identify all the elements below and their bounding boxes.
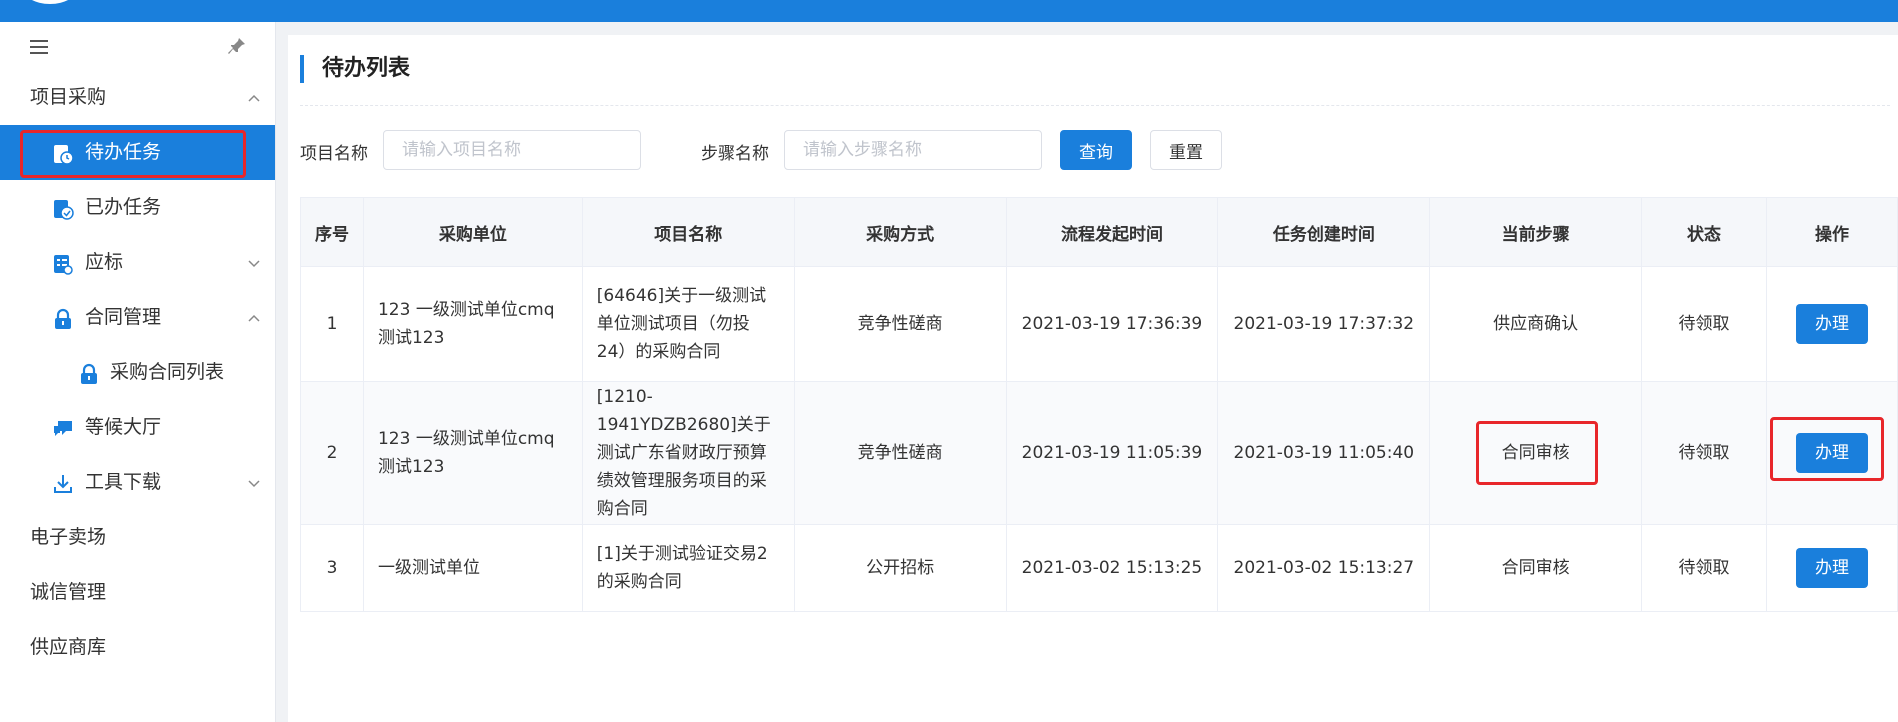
current-step-cell: 合同审核: [1429, 381, 1643, 525]
sidebar-item-procurement-contract-list[interactable]: 采购合同列表: [0, 345, 275, 400]
column-header: 采购方式: [793, 197, 1007, 267]
sidebar-item-tool-download[interactable]: 工具下载: [0, 455, 275, 510]
chat-icon: [54, 421, 72, 436]
row-index: 1: [300, 266, 364, 382]
sidebar: 项目采购 待办任务 已办任务 应标 合同管理 采购合同列表 等候大厅 工具下载 …: [0, 22, 276, 722]
sidebar-item-label: 合同管理: [85, 306, 162, 328]
sidebar-item-label: 采购合同列表: [110, 361, 225, 383]
sidebar-item-e-mall[interactable]: 电子卖场: [0, 510, 275, 565]
status: 待领取: [1641, 524, 1767, 612]
highlight-box: [20, 130, 246, 178]
column-header: 当前步骤: [1429, 197, 1643, 267]
procurement-method: 公开招标: [793, 524, 1007, 612]
action-cell: 办理: [1765, 381, 1898, 525]
query-button[interactable]: 查询: [1060, 130, 1132, 170]
column-header: 状态: [1641, 197, 1767, 267]
handle-button[interactable]: 办理: [1795, 304, 1868, 344]
current-step: 合同审核: [1429, 524, 1643, 612]
process-start-time: 2021-03-02 15:13:25: [1005, 524, 1219, 612]
column-header: 采购单位: [362, 197, 583, 267]
step-name-label: 步骤名称: [701, 144, 769, 164]
column-header: 任务创建时间: [1217, 197, 1431, 267]
column-header: 操作: [1765, 197, 1898, 267]
todo-table: 序号 采购单位 项目名称 采购方式 流程发起时间 任务创建时间 当前步骤 状态 …: [300, 197, 1898, 612]
status: 待领取: [1641, 266, 1767, 382]
top-bar: [0, 0, 1898, 22]
table-header-row: 序号 采购单位 项目名称 采购方式 流程发起时间 任务创建时间 当前步骤 状态 …: [300, 197, 1898, 267]
handle-button[interactable]: 办理: [1795, 548, 1868, 588]
procurement-method: 竞争性磋商: [793, 266, 1007, 382]
process-start-time: 2021-03-19 17:36:39: [1005, 266, 1219, 382]
project-name: [64646]关于一级测试单位测试项目（勿投24）的采购合同: [581, 266, 795, 382]
pin-icon[interactable]: [227, 36, 247, 56]
sidebar-item-label: 应标: [85, 251, 124, 273]
sidebar-item-label: 工具下载: [85, 471, 162, 493]
action-cell: 办理: [1765, 266, 1898, 382]
sidebar-item-waiting-hall[interactable]: 等候大厅: [0, 400, 275, 455]
highlight-box: [1475, 421, 1598, 485]
project-name-input[interactable]: [383, 130, 641, 170]
procurement-unit: 123 一级测试单位cmq测试123: [362, 266, 583, 382]
sidebar-item-label: 电子卖场: [30, 526, 107, 548]
lock-icon: [55, 308, 71, 329]
status: 待领取: [1641, 381, 1767, 525]
main-content: 待办列表 项目名称 步骤名称 查询 重置 序号 采购单位 项目名称 采购方式 流…: [288, 35, 1898, 722]
page-title: 待办列表: [300, 55, 410, 83]
chevron-up-icon: [248, 94, 260, 102]
table-row: 2 123 一级测试单位cmq测试123 [1210-1941YDZB2680]…: [300, 381, 1898, 525]
sidebar-item-contract-management[interactable]: 合同管理: [0, 290, 275, 345]
row-index: 2: [300, 381, 364, 525]
procurement-unit: 123 一级测试单位cmq测试123: [362, 381, 583, 525]
menu-toggle-icon[interactable]: [30, 40, 48, 54]
chevron-down-icon: [248, 480, 260, 488]
project-name: [1210-1941YDZB2680]关于测试广东省财政厅预算绩效管理服务项目的…: [581, 381, 795, 525]
logo: [22, 0, 78, 4]
current-step: 合同审核: [1475, 421, 1598, 485]
divider: [300, 105, 1890, 106]
sidebar-item-done-tasks[interactable]: 已办任务: [0, 180, 275, 235]
step-name-input[interactable]: [784, 130, 1042, 170]
sidebar-item-credit-management[interactable]: 诚信管理: [0, 565, 275, 620]
action-highlight: 办理: [1769, 417, 1884, 481]
task-create-time: 2021-03-19 11:05:40: [1217, 381, 1431, 525]
sidebar-item-label: 已办任务: [85, 196, 162, 218]
bid-icon: [54, 255, 73, 275]
sidebar-item-label: 诚信管理: [30, 581, 107, 603]
reset-button[interactable]: 重置: [1150, 130, 1222, 170]
project-name-label: 项目名称: [300, 144, 368, 164]
download-icon: [54, 475, 72, 493]
sidebar-item-project-procurement[interactable]: 项目采购: [0, 70, 275, 125]
sidebar-item-label: 项目采购: [30, 86, 107, 108]
sidebar-item-supplier-library[interactable]: 供应商库: [0, 620, 275, 675]
action-cell: 办理: [1765, 524, 1898, 612]
procurement-method: 竞争性磋商: [793, 381, 1007, 525]
task-done-icon: [54, 200, 74, 220]
sidebar-item-bidding[interactable]: 应标: [0, 235, 275, 290]
column-header: 序号: [300, 197, 364, 267]
highlight-box: [1769, 417, 1884, 481]
project-name: [1]关于测试验证交易2的采购合同: [581, 524, 795, 612]
task-create-time: 2021-03-02 15:13:27: [1217, 524, 1431, 612]
table-row: 1 123 一级测试单位cmq测试123 [64646]关于一级测试单位测试项目…: [300, 266, 1898, 382]
chevron-down-icon: [248, 260, 260, 268]
lock-icon: [81, 363, 97, 384]
sidebar-item-label: 供应商库: [30, 636, 107, 658]
task-create-time: 2021-03-19 17:37:32: [1217, 266, 1431, 382]
row-index: 3: [300, 524, 364, 612]
process-start-time: 2021-03-19 11:05:39: [1005, 381, 1219, 525]
sidebar-toolbar: [0, 22, 275, 70]
column-header: 流程发起时间: [1005, 197, 1219, 267]
column-header: 项目名称: [581, 197, 795, 267]
table-row: 3 一级测试单位 [1]关于测试验证交易2的采购合同 公开招标 2021-03-…: [300, 524, 1898, 612]
chevron-up-icon: [248, 314, 260, 322]
procurement-unit: 一级测试单位: [362, 524, 583, 612]
current-step: 供应商确认: [1429, 266, 1643, 382]
sidebar-item-label: 等候大厅: [85, 416, 162, 438]
